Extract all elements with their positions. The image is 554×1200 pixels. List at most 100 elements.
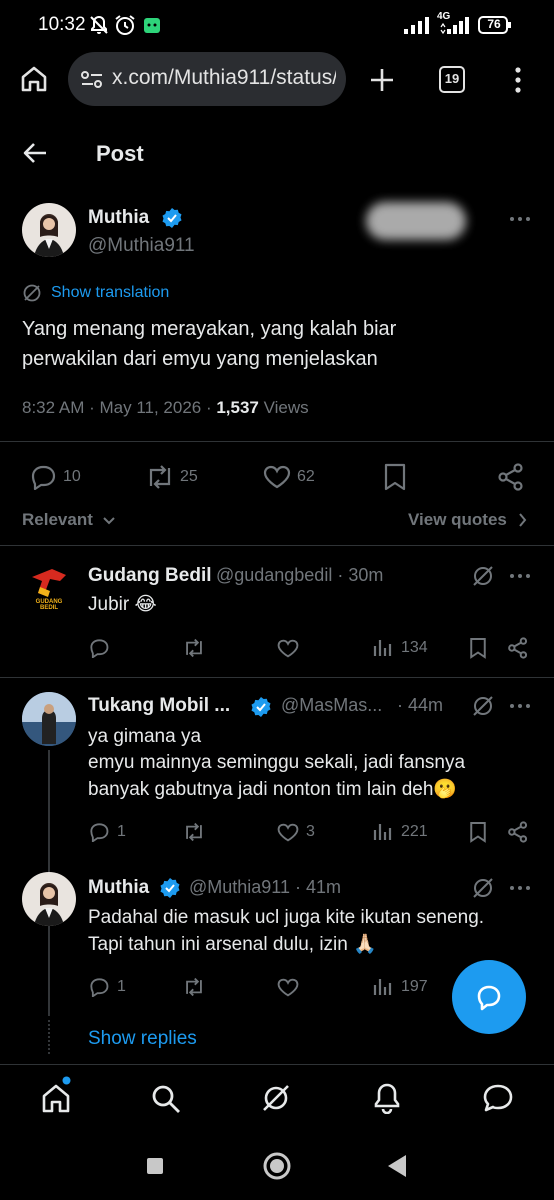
views-count: 221 [401,823,428,840]
post-more-icon[interactable] [509,214,531,224]
battery-level: 76 [487,17,501,31]
signal-icon [403,15,431,35]
views-icon[interactable] [373,977,393,997]
reply-text: Jubir 😂 [88,594,157,615]
grok-icon[interactable] [472,877,494,899]
reply-icon[interactable] [88,822,110,842]
reply-text-line-2: emyu mainnya seminggu sekali, jadi fansn… [88,752,466,773]
like-count: 3 [306,823,315,840]
views-icon[interactable] [373,822,393,842]
grok-icon[interactable] [472,695,494,717]
share-icon[interactable] [498,463,524,491]
reply-icon[interactable] [29,464,57,490]
views-count: 134 [401,639,428,656]
show-translation-link[interactable]: Show translation [51,284,169,302]
grok-nav-icon[interactable] [260,1082,292,1114]
like-icon[interactable] [277,823,299,842]
reply-time: · 30m [332,565,384,585]
notification-dot-icon [62,1076,71,1085]
site-settings-icon[interactable] [80,70,104,90]
reply-more-icon[interactable] [509,572,531,580]
reply-count: 1 [117,978,126,995]
reply-author-name[interactable]: Gudang Bedil [88,565,212,586]
signal-4g-icon [439,15,473,35]
like-icon[interactable] [277,978,299,997]
repost-icon[interactable] [182,638,206,658]
views-icon[interactable] [373,638,393,658]
divider-top [0,441,554,442]
bookmark-icon[interactable] [469,637,487,659]
reply-avatar-gudang-bedil[interactable]: GUDANG BEDIL [22,563,76,617]
reply-author-handle[interactable]: @MasMas... [281,695,382,716]
views-label: Views [258,398,309,417]
verified-badge-icon [159,877,181,899]
recents-button-icon[interactable] [146,1157,164,1175]
repost-icon[interactable] [182,822,206,842]
back-arrow-icon[interactable] [22,141,48,165]
tab-switcher-button[interactable]: 19 [439,66,465,93]
mute-notifications-icon [88,14,110,36]
reply-count: 1 [117,823,126,840]
search-nav-icon[interactable] [150,1083,182,1115]
author-handle[interactable]: @Muthia911 [88,235,195,257]
home-icon[interactable] [19,64,49,94]
verified-badge-icon [161,207,183,229]
reply-header-2: Tukang Mobil ... [88,695,230,717]
page-title: Post [96,141,144,166]
divider-replies [0,545,554,546]
sort-dropdown[interactable]: Relevant [22,510,93,530]
blurred-subscribe-button[interactable] [366,202,466,240]
reply-author-handle[interactable]: @gudangbedil [216,565,332,585]
reply-time: · 41m [290,877,342,897]
speech-bubble-icon [474,983,504,1011]
chevron-right-icon[interactable] [518,512,528,528]
home-nav-icon[interactable] [40,1083,72,1113]
back-button-icon[interactable] [386,1153,408,1179]
reply-author-name[interactable]: Muthia [88,877,149,899]
reply-more-icon[interactable] [509,702,531,710]
reply-header-1: Gudang Bedil @gudangbedil · 30m [88,565,383,587]
reply-avatar-label: GUDANG BEDIL [35,599,63,611]
post-timestamp: 8:32 AM · May 11, 2026 · 1,537 Views [22,398,309,418]
view-quotes-link[interactable]: View quotes [408,510,507,530]
status-time: 10:32 [38,14,86,35]
post-time: 8:32 AM · May 11, 2026 · [22,398,217,417]
url-text[interactable]: x.com/Muthia911/status/2 [112,66,336,90]
post-text-line-2: perwakilan dari emyu yang menjelaskan [22,348,378,370]
reply-avatar-muthia[interactable] [22,872,76,926]
views-count: 197 [401,978,428,995]
post-text-line-1: Yang menang merayakan, yang kalah biar [22,318,397,340]
alarm-icon [113,13,137,37]
bookmark-icon[interactable] [383,463,407,491]
messages-nav-icon[interactable] [481,1082,515,1114]
like-icon[interactable] [263,465,291,489]
divider-reply-1 [0,677,554,678]
reply-avatar-tukang-mobil[interactable] [22,692,76,746]
reply-icon[interactable] [88,638,110,658]
new-tab-icon[interactable] [368,66,396,94]
share-icon[interactable] [508,821,528,843]
author-avatar[interactable] [22,203,76,257]
chevron-down-icon[interactable] [102,516,116,526]
share-icon[interactable] [508,637,528,659]
notifications-nav-icon[interactable] [372,1082,402,1114]
bookmark-icon[interactable] [469,821,487,843]
repost-icon[interactable] [182,977,206,997]
reply-more-icon[interactable] [509,884,531,892]
more-options-icon[interactable] [512,66,524,94]
show-replies-link[interactable]: Show replies [88,1028,197,1050]
grok-icon[interactable] [472,565,494,587]
like-icon[interactable] [277,639,299,658]
reply-text-line-2: Tapi tahun ini arsenal dulu, izin 🙏🏻 [88,934,377,955]
like-count: 62 [297,468,315,485]
home-button-icon[interactable] [262,1151,292,1181]
reply-author-handle[interactable]: @Muthia911 [189,877,290,897]
reply-icon[interactable] [88,977,110,997]
thread-line-dotted [48,1020,50,1054]
translate-icon[interactable] [22,283,42,303]
repost-icon[interactable] [145,464,175,490]
sort-label: Relevant [22,510,93,529]
author-name[interactable]: Muthia [88,207,149,229]
reply-author-name[interactable]: Tukang Mobil ... [88,695,230,716]
reply-time: · 44m [397,695,444,715]
